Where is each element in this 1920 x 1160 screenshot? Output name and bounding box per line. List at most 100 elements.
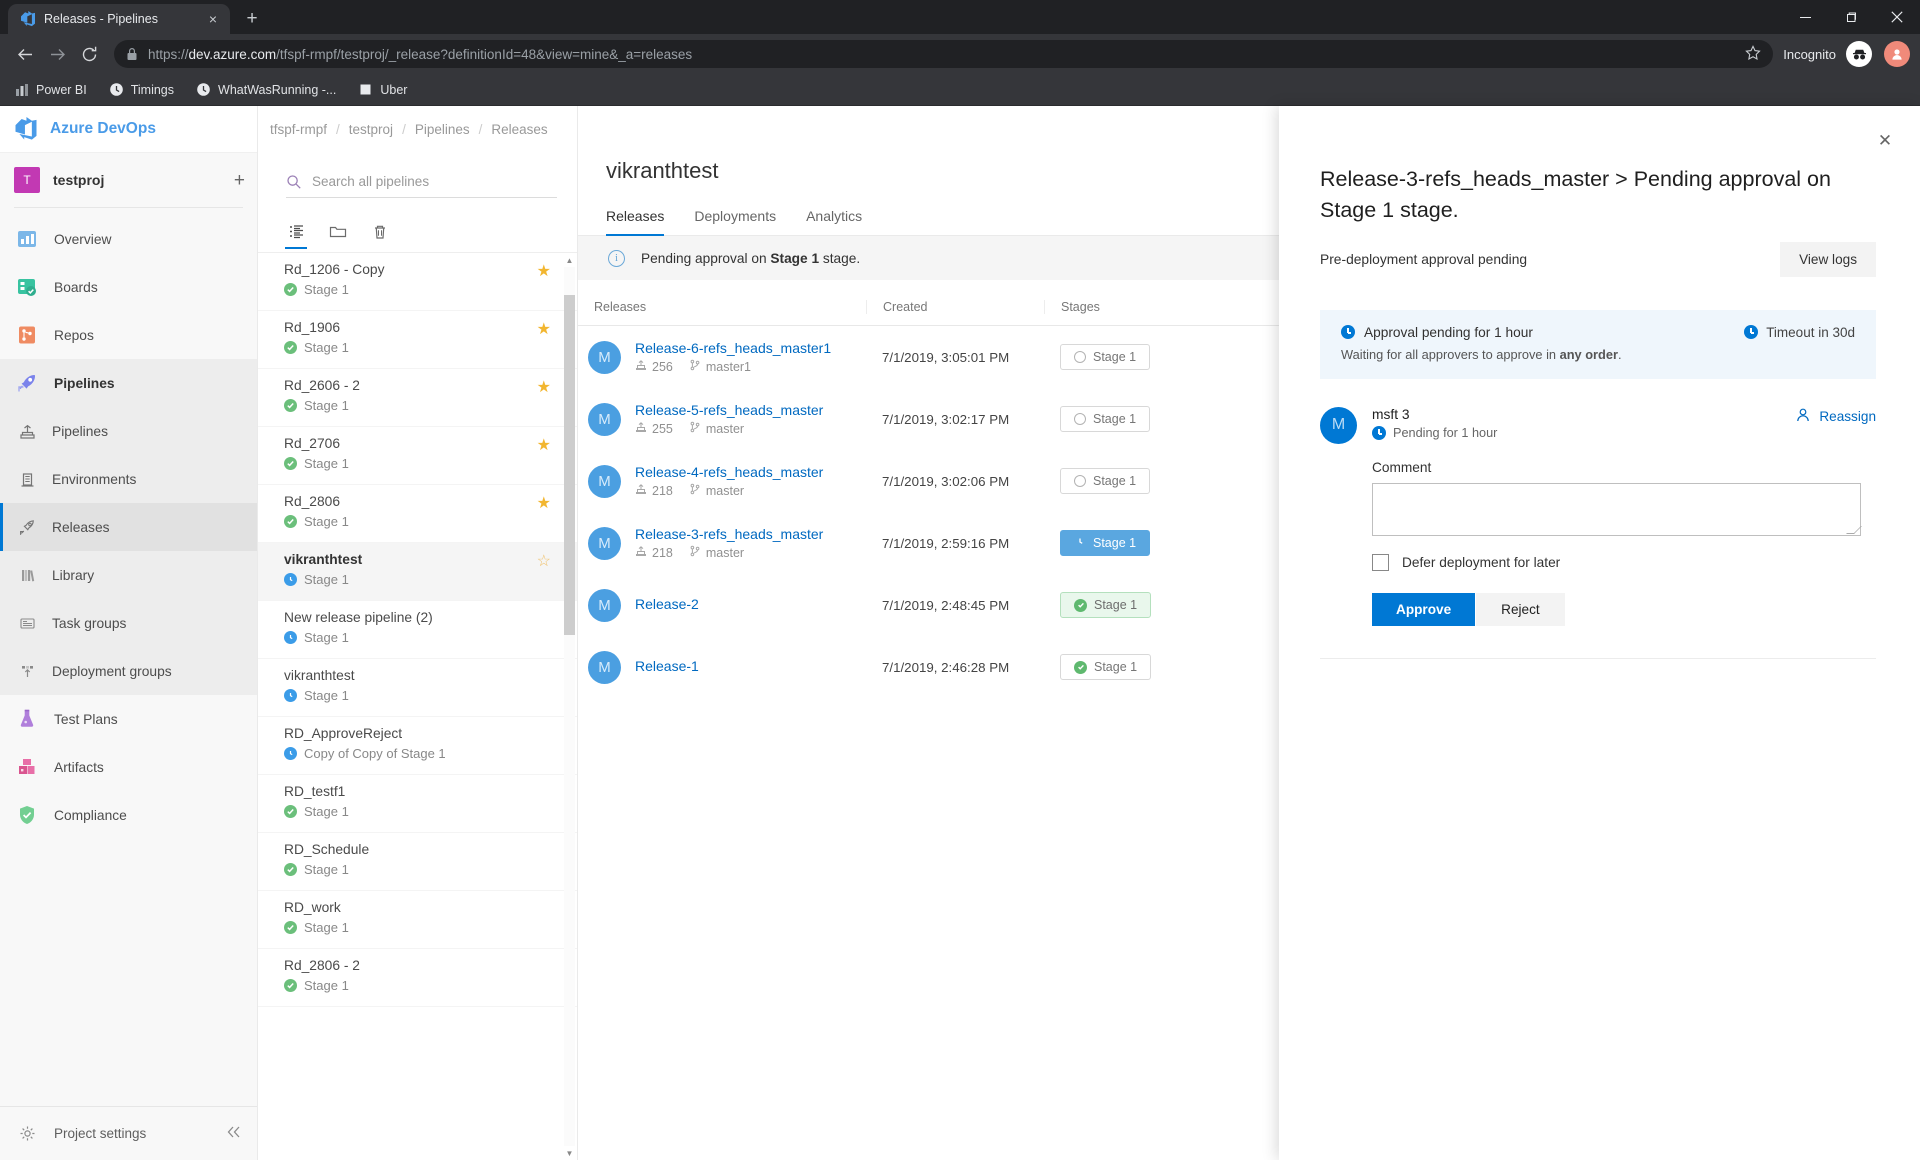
status-badge[interactable]: Stage 1 (1060, 654, 1152, 680)
tab-releases[interactable]: Releases (606, 208, 665, 236)
pipeline-list-item[interactable]: Rd_2606 - 2 Stage 1 ★ (258, 369, 577, 427)
profile-avatar[interactable] (1884, 41, 1910, 67)
collapse-icon[interactable] (225, 1123, 243, 1144)
release-link[interactable]: Release-1 (635, 658, 699, 674)
scroll-down-icon[interactable]: ▼ (564, 1146, 575, 1160)
sidebar-item-deployment-groups[interactable]: Deployment groups (0, 647, 257, 695)
folder-icon[interactable] (326, 219, 350, 245)
release-link[interactable]: Release-6-refs_heads_master1 (635, 340, 831, 356)
project-settings-row[interactable]: Project settings (0, 1106, 257, 1160)
breadcrumb-item-project[interactable]: testproj (349, 122, 393, 137)
bookmark-star-icon[interactable] (1745, 44, 1761, 64)
pipelines-scrollbar[interactable]: ▲ ▼ (564, 253, 575, 1160)
browser-tab[interactable]: Releases - Pipelines × (8, 4, 230, 34)
back-icon[interactable] (10, 39, 40, 69)
sidebar-item-releases[interactable]: Releases (0, 503, 257, 551)
sidebar-item-test-plans[interactable]: Test Plans (0, 695, 257, 743)
star-filled-icon[interactable]: ★ (537, 320, 551, 338)
defer-deployment-checkbox[interactable] (1372, 553, 1389, 571)
defer-deployment-row[interactable]: Defer deployment for later (1372, 553, 1876, 571)
release-link[interactable]: Release-4-refs_heads_master (635, 464, 823, 480)
build-meta: 255 (635, 421, 673, 436)
project-selector[interactable]: T testproj + (0, 153, 257, 207)
star-filled-icon[interactable]: ★ (537, 494, 551, 512)
breadcrumb-item-org[interactable]: tfspf-rmpf (270, 122, 327, 137)
sidebar-item-pipelines[interactable]: Pipelines (0, 407, 257, 455)
pipeline-name: Rd_1206 - Copy (284, 262, 385, 277)
bookmark-item[interactable]: Timings (109, 82, 174, 97)
maximize-icon[interactable] (1828, 0, 1874, 34)
star-filled-icon[interactable]: ★ (537, 378, 551, 396)
pipeline-list-item[interactable]: RD_ApproveRejectCopy of Copy of Stage 1☆ (258, 717, 577, 775)
status-badge[interactable]: Stage 1 (1060, 530, 1151, 556)
comment-input[interactable] (1372, 482, 1862, 536)
sidebar-item-task-groups[interactable]: Task groups (0, 599, 257, 647)
pipeline-list-item[interactable]: vikranthtestStage 1☆ (258, 659, 577, 717)
bookmark-item[interactable]: Uber (358, 82, 407, 97)
release-link[interactable]: Release-2 (635, 596, 699, 612)
pipeline-list-item[interactable]: vikranthtestStage 1☆ (258, 543, 577, 601)
sidebar-item-library[interactable]: Library (0, 551, 257, 599)
pipeline-list-item[interactable]: Rd_2806 - 2Stage 1☆ (258, 949, 577, 1007)
sidebar-item-artifacts[interactable]: Artifacts (0, 743, 257, 791)
panel-close-icon[interactable]: ✕ (1870, 126, 1900, 156)
sidebar-item-overview[interactable]: Overview (0, 215, 257, 263)
sidebar-item-compliance[interactable]: Compliance (0, 791, 257, 839)
new-tab-button[interactable]: + (238, 5, 266, 33)
pipelines-pane: tfspf-rmpf / testproj / Pipelines / Rele… (258, 106, 578, 1160)
star-outline-icon[interactable]: ☆ (537, 552, 551, 570)
tab-analytics[interactable]: Analytics (806, 208, 862, 235)
status-badge[interactable]: Stage 1 (1060, 468, 1151, 494)
pipeline-item-main: Rd_1206 - Copy Stage 1 (284, 262, 529, 297)
pipeline-list-item[interactable]: RD_ScheduleStage 1☆ (258, 833, 577, 891)
incognito-icon[interactable] (1846, 41, 1872, 67)
breadcrumb-item-releases[interactable]: Releases (491, 122, 547, 137)
forward-icon[interactable] (42, 39, 72, 69)
avatar: M (588, 402, 621, 436)
address-bar[interactable]: https://dev.azure.com/tfspf-rmpf/testpro… (114, 40, 1774, 68)
minimize-icon[interactable] (1782, 0, 1828, 34)
reload-icon[interactable] (74, 39, 104, 69)
pipeline-list-item[interactable]: Rd_2806 Stage 1 ★ (258, 485, 577, 543)
pipelines-list[interactable]: Rd_1206 - Copy Stage 1 ★ Rd_1906 Stage 1 ★ Rd_… (258, 253, 577, 1160)
scroll-up-icon[interactable]: ▲ (564, 253, 575, 267)
release-link[interactable]: Release-5-refs_heads_master (635, 402, 823, 418)
azure-devops-logo[interactable]: Azure DevOps (0, 106, 257, 153)
pipeline-list-item[interactable]: New release pipeline (2)Stage 1☆ (258, 601, 577, 659)
reject-button[interactable]: Reject (1476, 592, 1565, 626)
bookmark-item[interactable]: WhatWasRunning -... (196, 82, 336, 97)
add-icon[interactable]: + (234, 171, 245, 190)
bookmark-item[interactable]: Power BI (14, 82, 87, 97)
close-icon[interactable]: × (204, 10, 222, 28)
avatar: M (588, 526, 621, 560)
sidebar-item-boards[interactable]: Boards (0, 263, 257, 311)
resize-grip-icon[interactable] (1846, 525, 1862, 534)
pipeline-list-item[interactable]: RD_workStage 1☆ (258, 891, 577, 949)
approval-status-box: Approval pending for 1 hour Timeout in 3… (1320, 309, 1876, 379)
pipeline-list-item[interactable]: Rd_1206 - Copy Stage 1 ★ (258, 253, 577, 311)
search-input[interactable]: Search all pipelines (286, 166, 557, 198)
pipeline-list-item[interactable]: Rd_2706 Stage 1 ★ (258, 427, 577, 485)
tab-deployments[interactable]: Deployments (694, 208, 776, 235)
release-link[interactable]: Release-3-refs_heads_master (635, 526, 823, 542)
sidebar-item-repos[interactable]: Repos (0, 311, 257, 359)
view-logs-button[interactable]: View logs (1780, 241, 1876, 277)
pipeline-list-item[interactable]: Rd_1906 Stage 1 ★ (258, 311, 577, 369)
star-filled-icon[interactable]: ★ (537, 262, 551, 280)
gear-icon (14, 1121, 40, 1147)
status-badge[interactable]: Stage 1 (1060, 344, 1151, 370)
reassign-button[interactable]: Reassign (1795, 407, 1876, 426)
sidebar-item-environments[interactable]: Environments (0, 455, 257, 503)
status-badge[interactable]: Stage 1 (1060, 592, 1152, 618)
scrollbar-thumb[interactable] (564, 295, 575, 635)
success-icon (284, 863, 297, 876)
trash-icon[interactable] (368, 219, 392, 245)
window-close-icon[interactable] (1874, 0, 1920, 34)
breadcrumb-item-pipelines[interactable]: Pipelines (415, 122, 470, 137)
status-badge[interactable]: Stage 1 (1060, 406, 1151, 432)
list-view-icon[interactable] (284, 219, 308, 249)
approve-button[interactable]: Approve (1372, 592, 1476, 626)
pipeline-list-item[interactable]: RD_testf1Stage 1☆ (258, 775, 577, 833)
sidebar-item-pipelines-group[interactable]: Pipelines (0, 359, 257, 407)
star-filled-icon[interactable]: ★ (537, 436, 551, 454)
